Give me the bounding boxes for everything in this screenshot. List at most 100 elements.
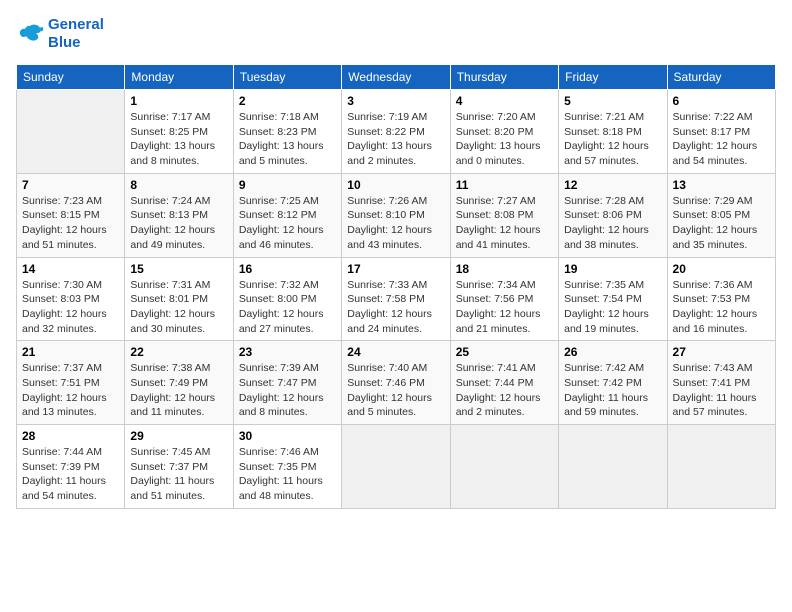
calendar-cell <box>559 425 667 509</box>
day-info: Sunrise: 7:24 AMSunset: 8:13 PMDaylight:… <box>130 194 227 253</box>
header-saturday: Saturday <box>667 65 775 90</box>
calendar-cell: 3 Sunrise: 7:19 AMSunset: 8:22 PMDaylight… <box>342 90 450 174</box>
day-info: Sunrise: 7:30 AMSunset: 8:03 PMDaylight:… <box>22 278 119 337</box>
day-number: 19 <box>564 262 661 276</box>
day-info: Sunrise: 7:40 AMSunset: 7:46 PMDaylight:… <box>347 361 444 420</box>
day-number: 30 <box>239 429 336 443</box>
calendar-cell: 4 Sunrise: 7:20 AMSunset: 8:20 PMDaylight… <box>450 90 558 174</box>
day-number: 16 <box>239 262 336 276</box>
day-info: Sunrise: 7:39 AMSunset: 7:47 PMDaylight:… <box>239 361 336 420</box>
day-info: Sunrise: 7:19 AMSunset: 8:22 PMDaylight:… <box>347 110 444 169</box>
calendar-cell: 12 Sunrise: 7:28 AMSunset: 8:06 PMDayligh… <box>559 173 667 257</box>
day-info: Sunrise: 7:20 AMSunset: 8:20 PMDaylight:… <box>456 110 553 169</box>
calendar-cell <box>342 425 450 509</box>
day-info: Sunrise: 7:21 AMSunset: 8:18 PMDaylight:… <box>564 110 661 169</box>
calendar-cell: 28 Sunrise: 7:44 AMSunset: 7:39 PMDayligh… <box>17 425 125 509</box>
day-number: 18 <box>456 262 553 276</box>
logo-bird-icon <box>16 22 44 46</box>
logo-text: General Blue <box>48 16 104 52</box>
calendar-week-row: 14 Sunrise: 7:30 AMSunset: 8:03 PMDayligh… <box>17 257 776 341</box>
calendar-week-row: 1Sunrise: 7:17 AMSunset: 8:25 PMDaylight… <box>17 90 776 174</box>
day-info: Sunrise: 7:32 AMSunset: 8:00 PMDaylight:… <box>239 278 336 337</box>
calendar-cell: 23 Sunrise: 7:39 AMSunset: 7:47 PMDayligh… <box>233 341 341 425</box>
day-info: Sunrise: 7:37 AMSunset: 7:51 PMDaylight:… <box>22 361 119 420</box>
day-number: 6 <box>673 94 770 108</box>
day-number: 29 <box>130 429 227 443</box>
calendar-cell: 13 Sunrise: 7:29 AMSunset: 8:05 PMDayligh… <box>667 173 775 257</box>
day-number: 27 <box>673 345 770 359</box>
calendar-cell: 7 Sunrise: 7:23 AMSunset: 8:15 PMDaylight… <box>17 173 125 257</box>
header-tuesday: Tuesday <box>233 65 341 90</box>
calendar-cell: 8 Sunrise: 7:24 AMSunset: 8:13 PMDaylight… <box>125 173 233 257</box>
day-number: 3 <box>347 94 444 108</box>
day-info: Sunrise: 7:42 AMSunset: 7:42 PMDaylight:… <box>564 361 661 420</box>
day-info: Sunrise: 7:44 AMSunset: 7:39 PMDaylight:… <box>22 445 119 504</box>
day-number: 24 <box>347 345 444 359</box>
day-info: Sunrise: 7:45 AMSunset: 7:37 PMDaylight:… <box>130 445 227 504</box>
day-info: Sunrise: 7:18 AMSunset: 8:23 PMDaylight:… <box>239 110 336 169</box>
calendar-cell: 1Sunrise: 7:17 AMSunset: 8:25 PMDaylight… <box>125 90 233 174</box>
calendar-cell: 11Sunrise: 7:27 AMSunset: 8:08 PMDayligh… <box>450 173 558 257</box>
header-wednesday: Wednesday <box>342 65 450 90</box>
day-number: 20 <box>673 262 770 276</box>
day-number: 5 <box>564 94 661 108</box>
day-info: Sunrise: 7:26 AMSunset: 8:10 PMDaylight:… <box>347 194 444 253</box>
header-friday: Friday <box>559 65 667 90</box>
day-info: Sunrise: 7:22 AMSunset: 8:17 PMDaylight:… <box>673 110 770 169</box>
calendar-cell: 9 Sunrise: 7:25 AMSunset: 8:12 PMDaylight… <box>233 173 341 257</box>
day-number: 9 <box>239 178 336 192</box>
day-number: 13 <box>673 178 770 192</box>
calendar-cell: 19 Sunrise: 7:35 AMSunset: 7:54 PMDayligh… <box>559 257 667 341</box>
calendar-week-row: 7 Sunrise: 7:23 AMSunset: 8:15 PMDaylight… <box>17 173 776 257</box>
day-info: Sunrise: 7:29 AMSunset: 8:05 PMDaylight:… <box>673 194 770 253</box>
day-number: 21 <box>22 345 119 359</box>
day-info: Sunrise: 7:35 AMSunset: 7:54 PMDaylight:… <box>564 278 661 337</box>
day-number: 25 <box>456 345 553 359</box>
calendar-cell: 16 Sunrise: 7:32 AMSunset: 8:00 PMDayligh… <box>233 257 341 341</box>
day-info: Sunrise: 7:43 AMSunset: 7:41 PMDaylight:… <box>673 361 770 420</box>
day-info: Sunrise: 7:34 AMSunset: 7:56 PMDaylight:… <box>456 278 553 337</box>
day-number: 7 <box>22 178 119 192</box>
day-info: Sunrise: 7:28 AMSunset: 8:06 PMDaylight:… <box>564 194 661 253</box>
calendar-week-row: 21 Sunrise: 7:37 AMSunset: 7:51 PMDayligh… <box>17 341 776 425</box>
day-info: Sunrise: 7:46 AMSunset: 7:35 PMDaylight:… <box>239 445 336 504</box>
calendar-header-row: SundayMondayTuesdayWednesdayThursdayFrid… <box>17 65 776 90</box>
calendar-cell: 25 Sunrise: 7:41 AMSunset: 7:44 PMDayligh… <box>450 341 558 425</box>
calendar-cell: 21 Sunrise: 7:37 AMSunset: 7:51 PMDayligh… <box>17 341 125 425</box>
day-number: 8 <box>130 178 227 192</box>
header-monday: Monday <box>125 65 233 90</box>
day-info: Sunrise: 7:31 AMSunset: 8:01 PMDaylight:… <box>130 278 227 337</box>
day-number: 14 <box>22 262 119 276</box>
day-info: Sunrise: 7:41 AMSunset: 7:44 PMDaylight:… <box>456 361 553 420</box>
day-info: Sunrise: 7:25 AMSunset: 8:12 PMDaylight:… <box>239 194 336 253</box>
calendar-cell: 10Sunrise: 7:26 AMSunset: 8:10 PMDayligh… <box>342 173 450 257</box>
calendar-cell: 24 Sunrise: 7:40 AMSunset: 7:46 PMDayligh… <box>342 341 450 425</box>
day-number: 4 <box>456 94 553 108</box>
calendar-cell: 22Sunrise: 7:38 AMSunset: 7:49 PMDayligh… <box>125 341 233 425</box>
calendar-cell: 30 Sunrise: 7:46 AMSunset: 7:35 PMDayligh… <box>233 425 341 509</box>
day-number: 28 <box>22 429 119 443</box>
day-info: Sunrise: 7:36 AMSunset: 7:53 PMDaylight:… <box>673 278 770 337</box>
calendar-cell: 27 Sunrise: 7:43 AMSunset: 7:41 PMDayligh… <box>667 341 775 425</box>
calendar-cell: 18 Sunrise: 7:34 AMSunset: 7:56 PMDayligh… <box>450 257 558 341</box>
day-info: Sunrise: 7:23 AMSunset: 8:15 PMDaylight:… <box>22 194 119 253</box>
day-number: 23 <box>239 345 336 359</box>
calendar-cell: 14 Sunrise: 7:30 AMSunset: 8:03 PMDayligh… <box>17 257 125 341</box>
calendar-cell <box>450 425 558 509</box>
calendar-cell: 15 Sunrise: 7:31 AMSunset: 8:01 PMDayligh… <box>125 257 233 341</box>
day-number: 12 <box>564 178 661 192</box>
calendar-cell <box>667 425 775 509</box>
calendar-cell: 6 Sunrise: 7:22 AMSunset: 8:17 PMDaylight… <box>667 90 775 174</box>
header-thursday: Thursday <box>450 65 558 90</box>
day-info: Sunrise: 7:33 AMSunset: 7:58 PMDaylight:… <box>347 278 444 337</box>
day-number: 11 <box>456 178 553 192</box>
calendar-cell: 2Sunrise: 7:18 AMSunset: 8:23 PMDaylight… <box>233 90 341 174</box>
header-sunday: Sunday <box>17 65 125 90</box>
calendar-cell: 20 Sunrise: 7:36 AMSunset: 7:53 PMDayligh… <box>667 257 775 341</box>
calendar-cell: 17Sunrise: 7:33 AMSunset: 7:58 PMDayligh… <box>342 257 450 341</box>
day-number: 15 <box>130 262 227 276</box>
calendar-cell: 26 Sunrise: 7:42 AMSunset: 7:42 PMDayligh… <box>559 341 667 425</box>
page-header: General Blue <box>16 16 776 52</box>
day-number: 26 <box>564 345 661 359</box>
calendar-cell: 29 Sunrise: 7:45 AMSunset: 7:37 PMDayligh… <box>125 425 233 509</box>
